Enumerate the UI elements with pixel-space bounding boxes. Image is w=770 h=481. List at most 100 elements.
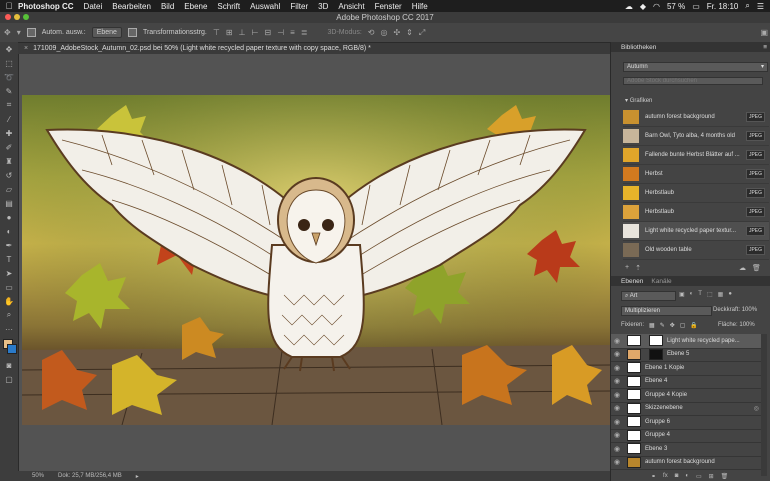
document-info[interactable]: Dok: 25,7 MB/256,4 MB [58,473,122,479]
apple-icon[interactable]:  [0,1,18,11]
lock-all-icon[interactable]: 🔒 [690,322,697,329]
screen-mode-icon[interactable]: ▢ [0,372,18,386]
libraries-tab[interactable]: Bibliotheken [621,44,656,51]
shape-tool-icon[interactable]: ▭ [0,280,18,294]
eye-icon[interactable]: ◉ [611,458,623,466]
trash-icon[interactable]: 🗑 [752,264,761,272]
layer-row[interactable]: ◉ Gruppe 4 [611,429,763,443]
quick-mask-icon[interactable]: ◙ [0,358,18,372]
eye-icon[interactable]: ◉ [611,337,623,345]
add-mask-icon[interactable]: ◙ [675,473,679,480]
tab-channels[interactable]: Kanäle [651,278,671,285]
align-top-icon[interactable]: ⊤ [213,28,220,37]
library-item[interactable]: Herbst JPEG [623,165,769,184]
tab-layers[interactable]: Ebenen [621,278,643,285]
lock-paint-icon[interactable]: ✎ [660,322,665,329]
color-swatches[interactable] [0,336,18,358]
background-color[interactable] [7,344,17,354]
3d-scale-icon[interactable]: ⤢ [419,28,425,38]
layer-row[interactable]: ◉ Skizzenebene ◎ [611,402,763,416]
layer-fx-icon[interactable]: ◎ [754,405,759,412]
lock-artboard-icon[interactable]: ▢ [680,322,686,329]
layer-row[interactable]: ◉ Ebene 3 [611,442,763,457]
add-icon[interactable]: + [625,264,629,272]
healing-brush-tool-icon[interactable]: ✚ [0,126,18,140]
library-item[interactable]: Fallende bunte Herbst Blätter auf ... JPE… [623,146,769,165]
panel-menu-icon[interactable]: ≡ [763,44,767,51]
close-icon[interactable]: × [24,45,28,52]
minimize-window-icon[interactable] [14,14,20,20]
clock[interactable]: Fr. 18:10 [707,2,739,11]
menu-filter[interactable]: Filter [290,2,308,11]
eye-icon[interactable]: ◉ [611,418,623,426]
eye-icon[interactable]: ◉ [611,391,623,399]
eraser-tool-icon[interactable]: ▱ [0,182,18,196]
chevron-down-icon[interactable]: ▾ [17,28,21,37]
brush-tool-icon[interactable]: ✐ [0,140,18,154]
lock-pixels-icon[interactable]: ▦ [649,322,655,329]
status-arrow-icon[interactable]: ▸ [136,473,139,480]
gradient-tool-icon[interactable]: ▤ [0,196,18,210]
marquee-tool-icon[interactable]: ⬚ [0,56,18,70]
distribute-icon[interactable]: ≡ [290,28,295,37]
align-bottom-icon[interactable]: ⊥ [239,28,246,37]
filter-shape-icon[interactable]: ⬚ [707,291,713,298]
zoom-window-icon[interactable] [23,14,29,20]
filter-type-icon[interactable]: T [698,291,702,298]
fill-value[interactable]: 100% [739,322,754,328]
menu-app-name[interactable]: Photoshop CC [18,2,74,11]
more-tools-icon[interactable]: ··· [0,322,18,336]
opacity-value[interactable]: 100% [742,307,757,313]
move-tool-icon[interactable]: ✥ [0,42,18,56]
align-middle-icon[interactable]: ⊞ [226,28,233,37]
dropbox-icon[interactable]: ◆ [640,2,646,11]
path-select-tool-icon[interactable]: ➤ [0,266,18,280]
layer-row[interactable]: ◉ Ebene 5 [611,348,763,362]
library-item[interactable]: Herbstlaub JPEG [623,184,769,203]
eye-icon[interactable]: ◉ [611,404,623,412]
menu-hilfe[interactable]: Hilfe [412,2,428,11]
document-canvas[interactable] [22,95,610,425]
close-window-icon[interactable] [5,14,11,20]
align-right-icon[interactable]: ⊣ [277,28,284,37]
layer-row[interactable]: ◉ Gruppe 4 Kopie [611,388,763,403]
blend-mode-dropdown[interactable]: Multiplizieren [621,306,712,316]
eye-icon[interactable]: ◉ [611,431,623,439]
blur-tool-icon[interactable]: ● [0,210,18,224]
document-tab[interactable]: × 171009_AdobeStock_Autumn_02.psd bei 50%… [18,43,610,54]
fx-icon[interactable]: fx [663,473,668,480]
layer-row[interactable]: ◉ Ebene 1 Kopie [611,361,763,376]
menu-auswahl[interactable]: Auswahl [250,2,280,11]
menu-3d[interactable]: 3D [318,2,328,11]
eyedropper-tool-icon[interactable]: ⁄ [0,112,18,126]
search-icon[interactable]: ⌕ [745,1,749,11]
eye-icon[interactable]: ◉ [611,350,623,358]
library-item[interactable]: Herbstlaub JPEG [623,203,769,222]
fill-control[interactable]: Fläche: 100% [718,322,755,328]
filter-smart-icon[interactable]: ▦ [718,291,724,298]
library-item[interactable]: Old wooden table JPEG [623,241,769,260]
filter-pixel-icon[interactable]: ▣ [679,291,685,298]
3d-slide-icon[interactable]: ⇕ [406,28,413,37]
layers-scrollbar[interactable] [761,334,767,476]
type-tool-icon[interactable]: T [0,252,18,266]
library-item[interactable]: autumn forest background JPEG [623,108,769,127]
wifi-icon[interactable]: ◠ [653,2,660,11]
trash-icon[interactable]: 🗑 [721,473,729,480]
menu-datei[interactable]: Datei [84,2,103,11]
library-dropdown[interactable]: Autumn ▾ [623,62,768,72]
layer-row[interactable]: ◉ Light white recycled pape... [611,334,763,349]
crop-tool-icon[interactable]: ⌗ [0,98,18,112]
dodge-tool-icon[interactable]: ◐ [0,224,18,238]
layer-filter-dropdown[interactable]: ⌕ Art [621,291,676,301]
align-left-icon[interactable]: ⊢ [252,28,259,37]
eye-icon[interactable]: ◉ [611,364,623,372]
filter-toggle-icon[interactable]: ● [728,291,732,298]
pen-tool-icon[interactable]: ✒ [0,238,18,252]
filter-adjust-icon[interactable]: ◐ [690,291,694,298]
cloud-icon[interactable]: ☁ [625,2,633,11]
upload-icon[interactable]: ⇡ [635,264,641,272]
transform-controls-checkbox[interactable] [127,28,137,37]
quick-select-tool-icon[interactable]: ✎ [0,84,18,98]
cloud-sync-icon[interactable]: ☁ [739,264,746,272]
